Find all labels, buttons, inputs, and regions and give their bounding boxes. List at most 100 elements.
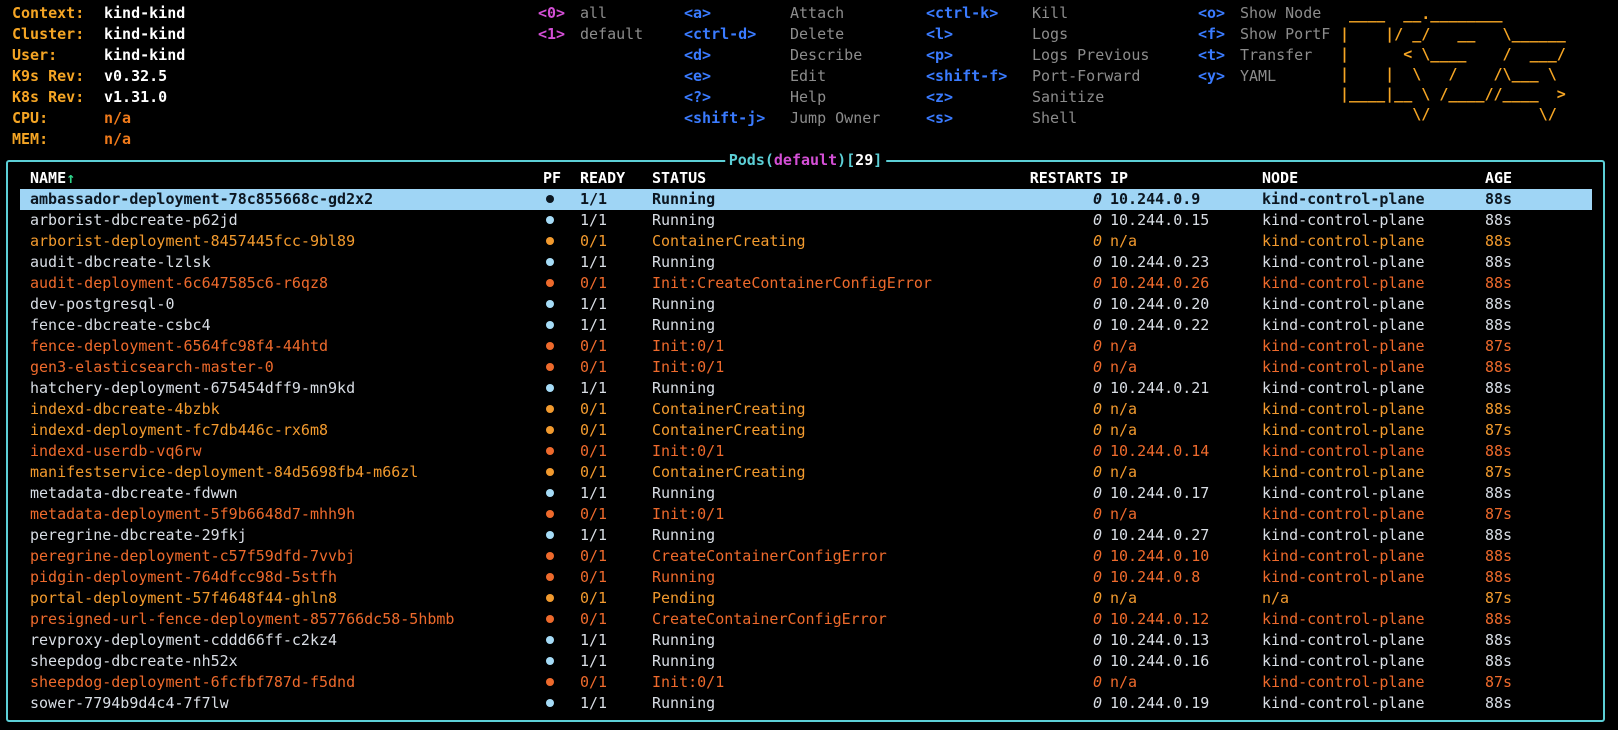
hotkey-port-forward[interactable]: <shift-f> Port-Forward xyxy=(926,66,1149,87)
table-row[interactable]: audit-deployment-6c647585c6-r6qz8 0/1 Init… xyxy=(20,273,1592,294)
table-row[interactable]: pidgin-deployment-764dfcc98d-5stfh 0/1 Run… xyxy=(20,567,1592,588)
table-row[interactable]: audit-dbcreate-lzlsk 1/1 Running 0 10.244.0.… xyxy=(20,252,1592,273)
table-row[interactable]: sheepdog-dbcreate-nh52x 1/1 Running 0 10.244… xyxy=(20,651,1592,672)
pod-age: 88s xyxy=(1485,253,1513,271)
pod-ready: 0/1 xyxy=(580,568,608,586)
pod-ready: 1/1 xyxy=(580,379,608,397)
table-row[interactable]: dev-postgresql-0 1/1 Running 0 10.244.0.20 ki… xyxy=(20,294,1592,315)
pod-ready: 1/1 xyxy=(580,190,608,208)
pod-ip: n/a xyxy=(1110,358,1138,376)
col-age[interactable]: AGE xyxy=(1485,168,1512,189)
pods-panel: Pods(default)[29] NAME↑ PF READY STATUS … xyxy=(6,150,1605,722)
hotkey-transfer[interactable]: <t> Transfer xyxy=(1198,45,1330,66)
pod-name: peregrine-deployment-c57f59dfd-7vvbj xyxy=(30,547,356,565)
table-row[interactable]: sheepdog-deployment-6fcfbf787d-f5dnd 0/1 I… xyxy=(20,672,1592,693)
table-row[interactable]: portal-deployment-57f4648f44-ghln8 0/1 Pen… xyxy=(20,588,1592,609)
table-row[interactable]: metadata-dbcreate-fdwwn 1/1 Running 0 10.244… xyxy=(20,483,1592,504)
pod-node: kind-control-plane xyxy=(1262,673,1425,691)
table-row[interactable]: fence-deployment-6564fc98f4-44htd 0/1 Init… xyxy=(20,336,1592,357)
table-row[interactable]: arborist-dbcreate-p62jd 1/1 Running 0 10.244… xyxy=(20,210,1592,231)
pod-ready: 1/1 xyxy=(580,694,608,712)
hotkey-delete[interactable]: <ctrl-d> Delete xyxy=(684,24,880,45)
table-row[interactable]: manifestservice-deployment-84d5698fb4-m6… xyxy=(20,462,1592,483)
pod-ready: 0/1 xyxy=(580,547,608,565)
status-dot-icon xyxy=(546,362,554,371)
table-row[interactable]: revproxy-deployment-cddd66ff-c2kz4 1/1 Run… xyxy=(20,630,1592,651)
hotkey-sanitize[interactable]: <z> Sanitize xyxy=(926,87,1149,108)
hotkey-shell[interactable]: <s> Shell xyxy=(926,108,1149,129)
hotkey-describe[interactable]: <d> Describe xyxy=(684,45,880,66)
hotkey-logs-previous[interactable]: <p> Logs Previous xyxy=(926,45,1149,66)
pod-restarts: 0 xyxy=(1092,547,1102,565)
namespace-all[interactable]: <0> all xyxy=(538,3,643,24)
table-row[interactable]: indexd-userdb-vq6rw 0/1 Init:0/1 0 10.244.0.… xyxy=(20,441,1592,462)
status-dot-icon xyxy=(546,656,554,665)
pod-pf xyxy=(543,651,554,672)
pod-age: 87s xyxy=(1485,337,1513,355)
pod-restarts: 0 xyxy=(1092,589,1102,607)
table-row[interactable]: fence-dbcreate-csbc4 1/1 Running 0 10.244.0.… xyxy=(20,315,1592,336)
table-row[interactable]: metadata-deployment-5f9b6648d7-mhh9h 0/1 I… xyxy=(20,504,1592,525)
table-row[interactable]: sower-7794b9d4c4-7f7lw 1/1 Running 0 10.244.… xyxy=(20,693,1592,714)
status-dot-icon xyxy=(546,236,554,245)
col-status[interactable]: STATUS xyxy=(652,168,706,189)
pod-node: kind-control-plane xyxy=(1262,484,1425,502)
table-row[interactable]: hatchery-deployment-675454dff9-mn9kd 1/1 R… xyxy=(20,378,1592,399)
pod-status: Running xyxy=(652,694,716,712)
table-row[interactable]: ambassador-deployment-78c855668c-gd2x2 1/… xyxy=(20,189,1592,210)
pod-ip: 10.244.0.22 xyxy=(1110,316,1210,334)
table-row[interactable]: peregrine-dbcreate-29fkj 1/1 Running 0 10.24… xyxy=(20,525,1592,546)
pod-age: 88s xyxy=(1485,652,1513,670)
col-ip[interactable]: IP xyxy=(1110,168,1128,189)
pod-ip: 10.244.0.21 xyxy=(1110,379,1210,397)
hotkey-show-node[interactable]: <o> Show Node xyxy=(1198,3,1330,24)
pod-ip: n/a xyxy=(1110,505,1138,523)
pod-restarts: 0 xyxy=(1092,568,1102,586)
col-pf[interactable]: PF xyxy=(543,168,561,189)
table-row[interactable]: presigned-url-fence-deployment-857766dc5… xyxy=(20,609,1592,630)
hotkey-kill[interactable]: <ctrl-k> Kill xyxy=(926,3,1149,24)
hotkey-yaml[interactable]: <y> YAML xyxy=(1198,66,1330,87)
pod-age: 88s xyxy=(1485,694,1513,712)
hotkey-help[interactable]: <?> Help xyxy=(684,87,880,108)
table-row[interactable]: gen3-elasticsearch-master-0 0/1 Init:0/1 0 n… xyxy=(20,357,1592,378)
table-row[interactable]: arborist-deployment-8457445fcc-9bl89 0/1 C… xyxy=(20,231,1592,252)
pod-age: 88s xyxy=(1485,484,1513,502)
table-row[interactable]: peregrine-deployment-c57f59dfd-7vvbj 0/1 C… xyxy=(20,546,1592,567)
pod-restarts: 0 xyxy=(1092,379,1102,397)
pod-name: fence-dbcreate-csbc4 xyxy=(30,316,211,334)
pod-node: kind-control-plane xyxy=(1262,190,1425,208)
pod-status: ContainerCreating xyxy=(652,232,806,250)
col-ready[interactable]: READY xyxy=(580,168,625,189)
pods-table-body: ambassador-deployment-78c855668c-gd2x2 1/… xyxy=(20,189,1592,714)
pod-pf xyxy=(543,357,554,378)
pod-ready: 1/1 xyxy=(580,253,608,271)
pod-ip: 10.244.0.19 xyxy=(1110,694,1210,712)
pod-ip: 10.244.0.27 xyxy=(1110,526,1210,544)
hotkey-edit[interactable]: <e> Edit xyxy=(684,66,880,87)
hotkey-logs[interactable]: <l> Logs xyxy=(926,24,1149,45)
pod-age: 88s xyxy=(1485,400,1513,418)
pod-name: audit-dbcreate-lzlsk xyxy=(30,253,211,271)
pod-pf xyxy=(543,504,554,525)
pod-name: sheepdog-dbcreate-nh52x xyxy=(30,652,238,670)
hotkey-attach[interactable]: <a> Attach xyxy=(684,3,880,24)
status-dot-icon xyxy=(546,425,554,434)
col-node[interactable]: NODE xyxy=(1262,168,1298,189)
pod-age: 88s xyxy=(1485,358,1513,376)
table-row[interactable]: indexd-deployment-fc7db446c-rx6m8 0/1 Cont… xyxy=(20,420,1592,441)
pod-restarts: 0 xyxy=(1092,463,1102,481)
pod-ip: n/a xyxy=(1110,673,1138,691)
namespace-default[interactable]: <1> default xyxy=(538,24,643,45)
hotkey-show-portf[interactable]: <f> Show PortF xyxy=(1198,24,1330,45)
pod-name: indexd-dbcreate-4bzbk xyxy=(30,400,220,418)
pod-age: 88s xyxy=(1485,610,1513,628)
pod-ip: n/a xyxy=(1110,421,1138,439)
table-row[interactable]: indexd-dbcreate-4bzbk 0/1 ContainerCreatin… xyxy=(20,399,1592,420)
col-name[interactable]: NAME↑ xyxy=(30,168,75,189)
hotkey-jump-owner[interactable]: <shift-j> Jump Owner xyxy=(684,108,880,129)
pod-node: kind-control-plane xyxy=(1262,211,1425,229)
col-restarts[interactable]: RESTARTS xyxy=(1020,168,1102,189)
pod-name: indexd-userdb-vq6rw xyxy=(30,442,202,460)
pod-status: Running xyxy=(652,526,716,544)
